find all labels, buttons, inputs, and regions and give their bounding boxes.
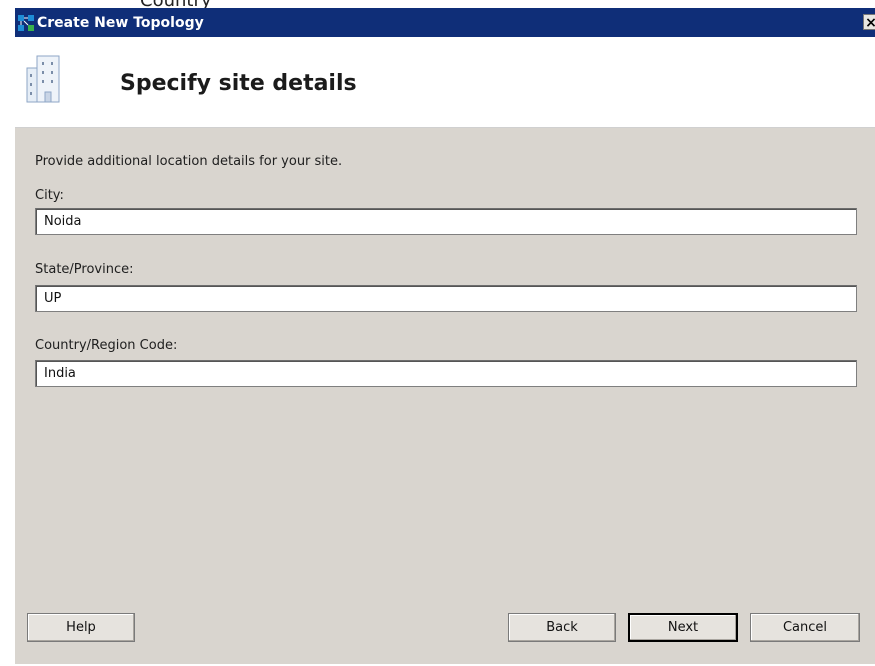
topology-app-icon: [17, 14, 35, 32]
content-panel: Provide additional location details for …: [15, 128, 875, 664]
back-button[interactable]: Back: [508, 613, 616, 642]
country-region-field[interactable]: [35, 360, 857, 387]
close-button[interactable]: ×: [863, 14, 875, 31]
page-header: Specify site details: [15, 37, 875, 128]
city-field[interactable]: [35, 208, 857, 235]
city-label: City:: [35, 188, 64, 203]
country-label: Country/Region Code:: [35, 338, 178, 353]
state-label: State/Province:: [35, 262, 134, 277]
intro-text: Provide additional location details for …: [35, 154, 343, 169]
building-icon: [25, 52, 61, 104]
window-titlebar: Create New Topology ×: [15, 8, 875, 37]
next-button[interactable]: Next: [628, 613, 738, 642]
window-title: Create New Topology: [37, 14, 204, 31]
help-button[interactable]: Help: [27, 613, 135, 642]
page-title: Specify site details: [120, 71, 357, 96]
cancel-button[interactable]: Cancel: [750, 613, 860, 642]
state-field[interactable]: [35, 285, 857, 312]
